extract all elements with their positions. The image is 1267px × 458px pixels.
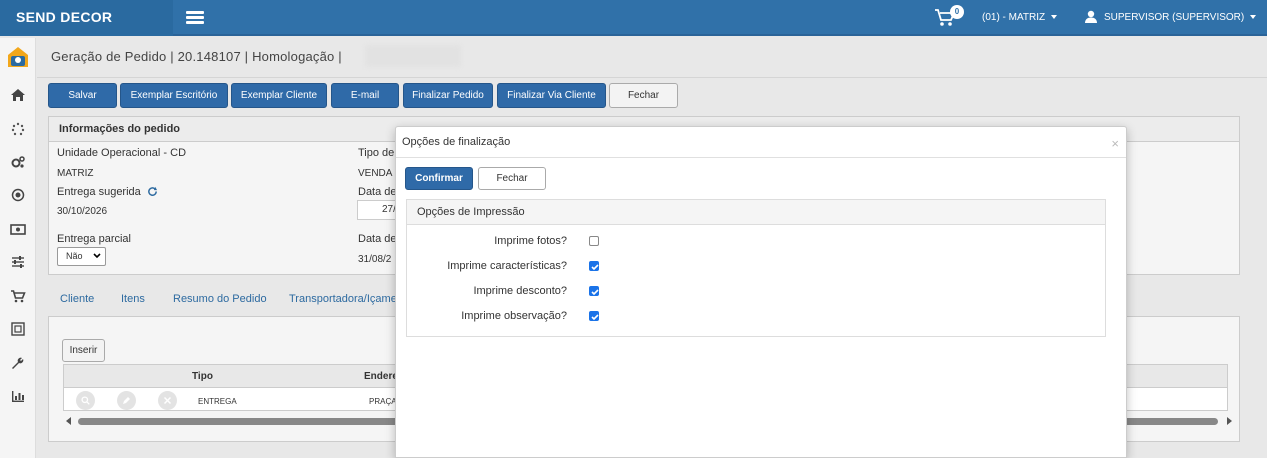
caret-down-icon [1051,15,1058,20]
delivery-value: 30/10/2026 [57,206,108,217]
pencil-icon [123,397,130,404]
partial-label: Entrega parcial [57,233,131,245]
date2-value: 31/08/2 [358,254,392,265]
cogs-icon[interactable] [10,155,26,169]
option-label: Imprime fotos? [494,235,567,247]
user-icon [1085,10,1097,23]
bar-chart-icon[interactable] [10,389,26,403]
col-type: Tipo [192,371,213,382]
brand-logo[interactable]: SEND DECOR [0,0,173,36]
edit-row-button[interactable] [117,391,136,410]
caret-down-icon [1250,15,1257,20]
title-divider [37,77,1267,78]
home-icon[interactable] [10,88,26,102]
scroll-right-icon[interactable] [1226,417,1232,425]
chevron-down-icon [93,253,101,259]
date-input[interactable]: 27/ [357,200,397,220]
modal-close-icon[interactable]: × [1111,136,1119,151]
type-label: Tipo de [358,147,395,159]
option-row-photos: Imprime fotos? [407,233,1107,249]
tab-resumo[interactable]: Resumo do Pedido [173,293,267,305]
tab-itens[interactable]: Itens [121,293,145,305]
date-label: Data de [358,186,397,198]
office-copy-button[interactable]: Exemplar Escritório [120,83,228,108]
col-address: Endere [364,371,398,382]
option-row-characteristics: Imprime características? [407,258,1107,274]
insert-button[interactable]: Inserir [62,339,105,362]
print-options-panel: Opções de Impressão Imprime fotos? Impri… [406,199,1106,337]
confirm-button[interactable]: Confirmar [405,167,473,190]
partial-select-value: Não [66,251,83,261]
print-photos-checkbox[interactable] [589,236,599,246]
hamburger-menu-icon[interactable] [186,11,204,24]
target-icon[interactable] [10,188,26,202]
option-row-discount: Imprime desconto? [407,283,1107,299]
image-icon[interactable] [10,322,26,336]
close-button[interactable]: Fechar [609,83,678,108]
tab-cliente[interactable]: Cliente [60,293,94,305]
option-label: Imprime observação? [461,310,567,322]
delivery-label: Entrega sugerida [57,186,141,198]
close-icon [163,396,172,405]
refresh-icon[interactable] [147,186,158,197]
spinner-icon[interactable] [10,122,26,136]
money-icon[interactable] [10,222,26,236]
partial-select[interactable]: Não [57,247,106,266]
top-navbar: SEND DECOR 0 (01) - MATRIZ SUPERVISOR (S… [0,0,1267,36]
option-label: Imprime desconto? [473,285,567,297]
delete-row-button[interactable] [158,391,177,410]
finalization-options-modal: Opções de finalização × Confirmar Fechar… [395,126,1127,458]
unit-label: Unidade Operacional - CD [57,147,187,159]
save-button[interactable]: Salvar [48,83,117,108]
print-observation-checkbox[interactable] [589,311,599,321]
search-icon [81,396,90,405]
user-label: SUPERVISOR (SUPERVISOR) [1104,12,1245,23]
print-characteristics-checkbox[interactable] [589,261,599,271]
sliders-icon[interactable] [10,255,26,269]
cart-count-badge: 0 [950,5,964,19]
finalize-order-button[interactable]: Finalizar Pedido [403,83,493,108]
blurred-client-name [365,45,461,67]
tab-transportadora[interactable]: Transportadora/Içame [289,293,397,305]
finalize-client-button[interactable]: Finalizar Via Cliente [497,83,606,108]
view-row-button[interactable] [76,391,95,410]
print-discount-checkbox[interactable] [589,286,599,296]
page-title: Geração de Pedido | 20.148107 | Homologa… [51,49,342,64]
row-address-value: PRAÇA [369,397,397,406]
type-value: VENDA I [358,168,398,179]
checkmark-icon [591,264,599,271]
modal-close-button[interactable]: Fechar [478,167,546,190]
unit-dropdown[interactable]: (01) - MATRIZ [982,12,1058,23]
option-label: Imprime características? [447,260,567,272]
user-dropdown[interactable]: SUPERVISOR (SUPERVISOR) [1104,12,1257,23]
option-row-observation: Imprime observação? [407,308,1107,324]
cart-icon[interactable] [10,289,26,303]
client-copy-button[interactable]: Exemplar Cliente [231,83,327,108]
unit-label: (01) - MATRIZ [982,12,1046,23]
modal-title: Opções de finalização [396,127,1126,158]
email-button[interactable]: E-mail [331,83,399,108]
sidebar [0,38,36,458]
wrench-icon[interactable] [10,356,26,370]
checkmark-icon [591,314,599,321]
row-type-value: ENTREGA [198,397,237,406]
print-options-header: Opções de Impressão [407,200,1105,225]
date2-label: Data de [358,233,397,245]
scroll-left-icon[interactable] [66,417,72,425]
unit-value: MATRIZ [57,168,94,179]
checkmark-icon [591,289,599,296]
app-logo-icon[interactable] [7,46,29,68]
